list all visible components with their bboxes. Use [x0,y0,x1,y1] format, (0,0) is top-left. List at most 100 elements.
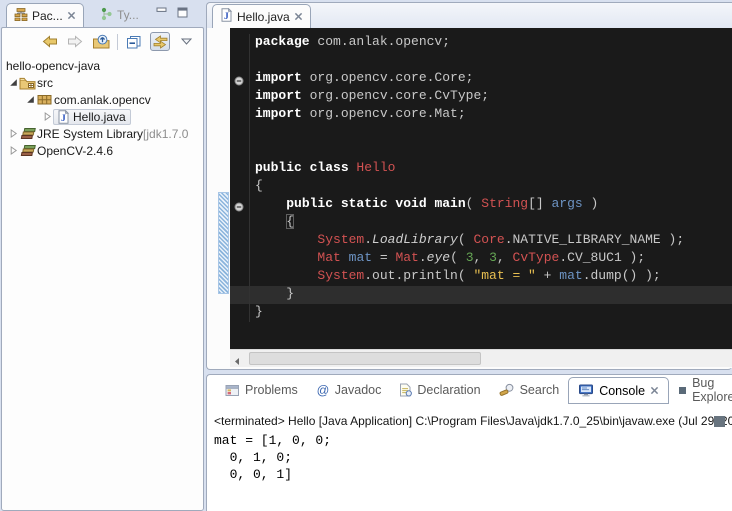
tree-item-com-anlak-opencv[interactable]: com.anlak.opencv [2,91,203,108]
console-line: mat = [1, 0, 0; [214,432,732,449]
close-icon[interactable] [67,9,76,23]
view-window-buttons [156,7,188,18]
editor-tabbar: J Hello.java [207,3,732,28]
tab-type-hierarchy[interactable]: Ty... [93,3,146,27]
code-line: System.LoadLibrary( Core.NATIVE_LIBRARY_… [255,232,732,250]
bug-explorer-icon [678,386,687,395]
code-line: package com.anlak.opencv; [255,34,732,52]
tree-item-suffix: [jdk1.7.0 [143,127,188,141]
tab-search[interactable]: Search [490,376,569,404]
code-line: { [255,178,732,196]
code-line [255,124,732,142]
code-line: public class Hello [255,160,732,178]
forward-arrow-icon[interactable] [65,32,85,51]
tab-hello-java[interactable]: J Hello.java [212,4,311,28]
tab-javadoc[interactable]: @Javadoc [307,376,391,404]
tab-bug-explorer[interactable]: Bug Explorer [669,376,732,404]
console-view: Problems @Javadoc Declaration Search Console… [206,374,732,511]
tree-selection: J Hello.java [53,109,131,125]
minimize-icon[interactable] [156,7,167,18]
maximize-icon[interactable] [177,7,188,18]
tree-item-hello-java[interactable]: J Hello.java [2,108,203,125]
left-view-tabbar: Pac... Ty... [1,2,204,27]
package-explorer-view: Pac... Ty... hello-opencv-ja [1,2,204,511]
range-indicator [218,192,229,294]
code-line: public static void main( String[] args ) [255,196,732,214]
tree-item-label: src [36,76,53,90]
expander-collapsed-icon[interactable] [41,112,53,121]
tab-label: Search [520,383,560,397]
close-icon[interactable] [294,10,303,24]
source-folder-icon [19,76,36,90]
collapse-all-icon[interactable] [124,32,144,51]
package-icon [36,93,53,106]
project-tree: hello-opencv-java srccom.anlak.opencv J Hel… [2,57,203,159]
back-arrow-icon[interactable] [39,32,59,51]
code-line: } [255,304,732,322]
tab-package-explorer[interactable]: Pac... [6,3,84,27]
code-line [255,52,732,70]
tree-item-label: OpenCV-2.4.6 [36,144,113,158]
tab-label: Pac... [32,9,63,23]
svg-text:@: @ [316,384,329,398]
declaration-icon [399,383,412,397]
code-line: } [255,286,732,304]
tree-item-label: hello-opencv-java [5,59,100,73]
package-explorer-body: hello-opencv-java srccom.anlak.opencv J Hel… [1,27,204,511]
code-text: package com.anlak.opencv; import org.ope… [249,34,732,322]
search-icon [499,383,515,397]
link-with-editor-icon[interactable] [150,32,170,51]
scrollbar-thumb[interactable] [249,352,481,365]
svg-text:J: J [224,12,229,22]
expander-collapsed-icon[interactable] [7,129,19,138]
tree-item-label: JRE System Library [36,127,143,141]
java-file-icon: J [55,110,72,124]
code-line: import org.opencv.core.Mat; [255,106,732,124]
console-toolbar-icon[interactable] [714,416,725,427]
editor-body: package com.anlak.opencv; import org.ope… [208,28,732,368]
tree-item-label: com.anlak.opencv [53,93,151,107]
library-icon [19,127,36,141]
expander-expanded-icon[interactable] [7,78,19,87]
code-line: import org.opencv.core.CvType; [255,88,732,106]
folding-ruler [230,28,249,349]
fold-minus-icon[interactable] [234,73,244,91]
view-menu-icon[interactable] [176,32,196,51]
tab-label: Declaration [417,383,480,397]
tab-problems[interactable]: Problems [216,376,307,404]
console-line: 0, 1, 0; [214,449,732,466]
toolbar-separator [117,34,118,50]
tree-item-opencv-2-4-6[interactable]: OpenCV-2.4.6 [2,142,203,159]
tab-declaration[interactable]: Declaration [390,376,489,404]
eclipse-workbench: Pac... Ty... hello-opencv-ja [0,0,732,511]
javadoc-icon: @ [316,383,330,397]
tree-item-jre-system-library[interactable]: JRE System Library [jdk1.7.0 [2,125,203,142]
tree-item-src[interactable]: src [2,74,203,91]
console-output[interactable]: mat = [1, 0, 0; 0, 1, 0; 0, 0, 1] [214,432,732,483]
package-explorer-icon [14,7,28,24]
tab-label: Bug Explorer [692,376,732,404]
editor-area: J Hello.java package com.anlak.opencv; i… [206,2,732,370]
close-icon[interactable] [650,384,659,398]
fold-minus-icon[interactable] [234,199,244,217]
code-line: Mat mat = Mat.eye( 3, 3, CvType.CV_8UC1 … [255,250,732,268]
type-hierarchy-icon [100,7,113,24]
tab-label: Hello.java [237,10,290,24]
go-into-icon[interactable] [91,32,111,51]
code-line [255,142,732,160]
expander-expanded-icon[interactable] [24,95,36,104]
tab-label: Console [599,384,645,398]
tree-item-hello-opencv-java[interactable]: hello-opencv-java [2,57,203,74]
svg-text:J: J [61,114,66,124]
horizontal-scrollbar[interactable] [230,349,732,367]
code-editor[interactable]: package com.anlak.opencv; import org.ope… [230,28,732,349]
java-file-icon: J [220,8,233,25]
console-status-line: <terminated> Hello [Java Application] C:… [214,414,732,428]
scroll-left-arrow-icon[interactable] [233,353,241,371]
tree-item-label: Hello.java [72,110,126,124]
tab-console[interactable]: Console [568,377,669,404]
expander-collapsed-icon[interactable] [7,146,19,155]
tab-label: Problems [245,383,298,397]
package-explorer-toolbar [2,28,203,55]
bottom-view-tabbar: Problems @Javadoc Declaration Search Console… [207,375,732,404]
